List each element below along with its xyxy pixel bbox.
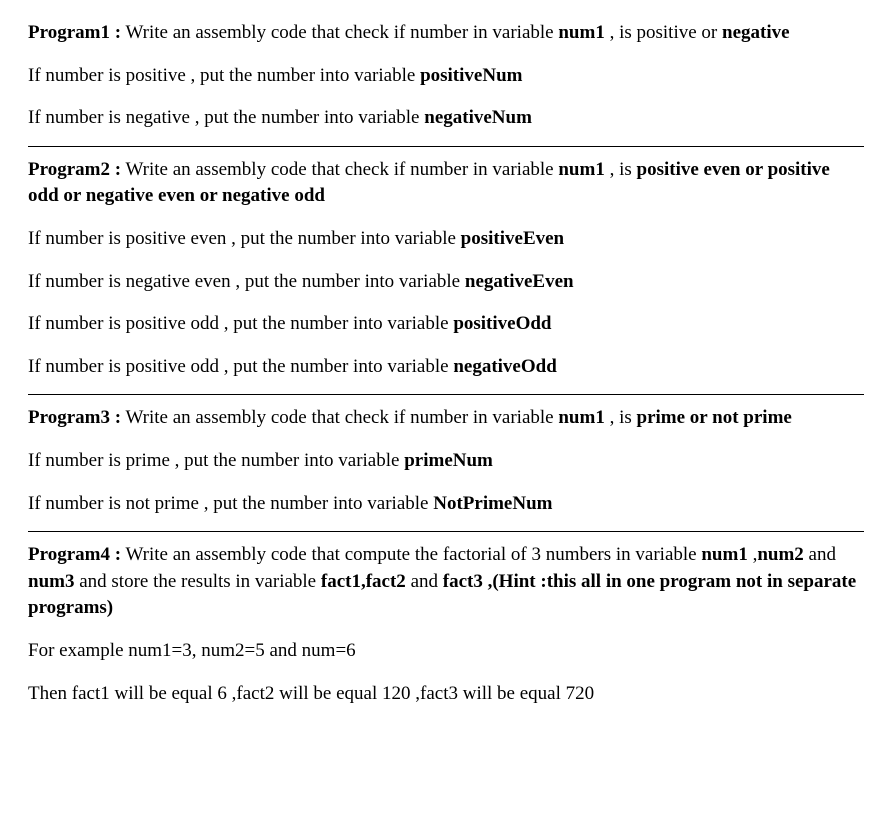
text: Write an assembly code that check if num… (121, 22, 558, 43)
var-fact12: fact1,fact2 (321, 571, 406, 592)
program4-header: Program4 : Write an assembly code that c… (28, 542, 864, 622)
var-NotPrimeNum: NotPrimeNum (433, 493, 552, 514)
var-positiveNum: positiveNum (420, 65, 522, 86)
text: If number is prime , put the number into… (28, 450, 404, 471)
var-num2: num2 (757, 544, 803, 565)
program2-line-neg-odd: If number is positive odd , put the numb… (28, 354, 864, 381)
program3-line-prime: If number is prime , put the number into… (28, 448, 864, 475)
text-prime: prime or not prime (637, 407, 792, 428)
program3-title: Program3 : (28, 407, 121, 428)
text-negative: negative (722, 22, 790, 43)
var-negativeOdd: negativeOdd (453, 356, 556, 377)
program2-line-neg-even: If number is negative even , put the num… (28, 269, 864, 296)
program2-header: Program2 : Write an assembly code that c… (28, 157, 864, 210)
var-num1: num1 (558, 22, 604, 43)
var-num3: num3 (28, 571, 74, 592)
program1-line-positive: If number is positive , put the number i… (28, 63, 864, 90)
var-positiveOdd: positiveOdd (453, 313, 551, 334)
var-fact3: fact3 (443, 571, 483, 592)
var-negativeNum: negativeNum (424, 107, 532, 128)
text: If number is positive odd , put the numb… (28, 313, 453, 334)
text: Write an assembly code that compute the … (121, 544, 701, 565)
program1-line-negative: If number is negative , put the number i… (28, 105, 864, 132)
text: If number is negative , put the number i… (28, 107, 424, 128)
program2-line-pos-odd: If number is positive odd , put the numb… (28, 311, 864, 338)
text: If number is not prime , put the number … (28, 493, 433, 514)
var-negativeEven: negativeEven (465, 271, 574, 292)
text: and (804, 544, 836, 565)
program3-section: Program3 : Write an assembly code that c… (28, 405, 864, 532)
text: , is (605, 159, 637, 180)
text: and (406, 571, 443, 592)
program4-example-input: For example num1=3, num2=5 and num=6 (28, 638, 864, 665)
text: If number is negative even , put the num… (28, 271, 465, 292)
text: For example num1=3, num2=5 and num=6 (28, 640, 356, 661)
program4-example-output: Then fact1 will be equal 6 ,fact2 will b… (28, 681, 864, 708)
text: If number is positive , put the number i… (28, 65, 420, 86)
var-primeNum: primeNum (404, 450, 493, 471)
program1-section: Program1 : Write an assembly code that c… (28, 20, 864, 147)
var-num1: num1 (701, 544, 747, 565)
text: , (748, 544, 758, 565)
text: and store the results in variable (74, 571, 320, 592)
text: Write an assembly code that check if num… (121, 159, 558, 180)
text: Then fact1 will be equal 6 ,fact2 will b… (28, 683, 594, 704)
program4-section: Program4 : Write an assembly code that c… (28, 542, 864, 721)
var-num1: num1 (558, 159, 604, 180)
text: If number is positive odd , put the numb… (28, 356, 453, 377)
program3-header: Program3 : Write an assembly code that c… (28, 405, 864, 432)
var-num1: num1 (558, 407, 604, 428)
text: , is (605, 407, 637, 428)
program3-line-notprime: If number is not prime , put the number … (28, 491, 864, 518)
program1-header: Program1 : Write an assembly code that c… (28, 20, 864, 47)
text: If number is positive even , put the num… (28, 228, 461, 249)
text: Write an assembly code that check if num… (121, 407, 558, 428)
text: , is positive or (605, 22, 722, 43)
program2-title: Program2 : (28, 159, 121, 180)
program2-section: Program2 : Write an assembly code that c… (28, 157, 864, 396)
program1-title: Program1 : (28, 22, 121, 43)
var-positiveEven: positiveEven (461, 228, 564, 249)
program2-line-pos-even: If number is positive even , put the num… (28, 226, 864, 253)
program4-title: Program4 : (28, 544, 121, 565)
